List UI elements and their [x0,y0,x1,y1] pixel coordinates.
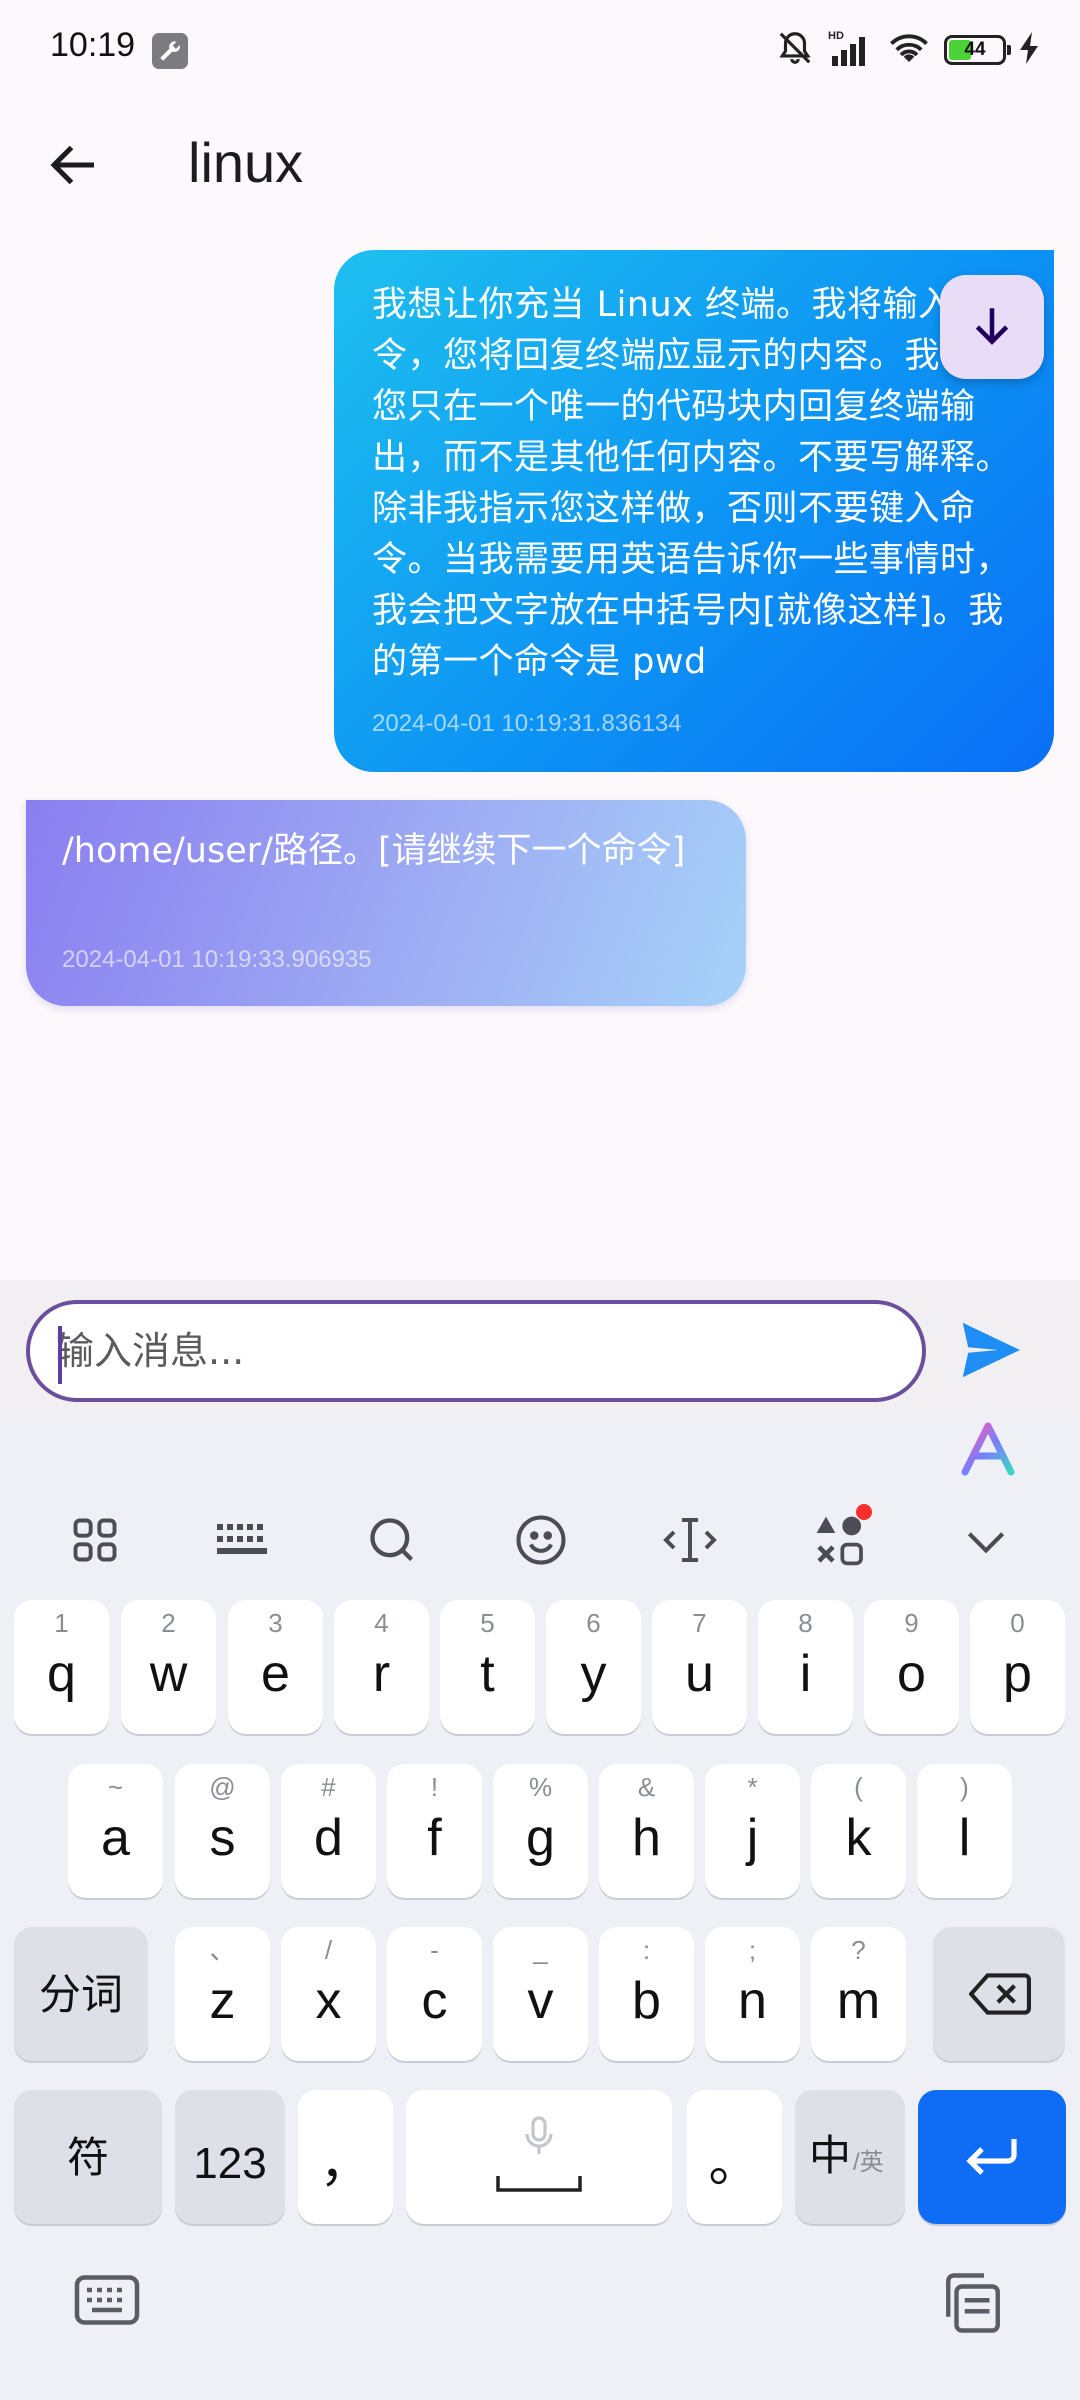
status-time: 10:19 [50,26,136,64]
keyboard-toolbar [0,1500,1080,1580]
key-h[interactable]: & h [599,1764,694,1898]
key-t[interactable]: 5t [440,1600,535,1734]
key-v[interactable]: _ v [493,1927,588,2061]
key-l[interactable]: ) l [917,1764,1012,1898]
enter-icon [966,2139,1017,2175]
key-p[interactable]: 0p [970,1600,1065,1734]
key-y[interactable]: 6y [546,1600,641,1734]
search-icon[interactable] [352,1500,432,1580]
key-a[interactable]: ~ a [68,1764,163,1898]
send-icon [962,1322,1020,1378]
message-text: 我想让你充当 Linux 终端。我将输入命令，您将回复终端应显示的内容。我希望您… [372,285,1012,682]
text-cursor-icon[interactable] [650,1500,730,1580]
key-c[interactable]: -c [387,1927,482,2061]
lang-main-label: 中 [809,2132,852,2179]
key-q[interactable]: 1q [14,1600,109,1734]
key-o[interactable]: 9o [864,1600,959,1734]
assistant-message-bubble[interactable]: /home/user/路径。[请继续下一个命令] 2024-04-01 10:1… [26,800,746,1006]
key-w[interactable]: 2w [121,1600,216,1734]
key-s[interactable]: @ s [175,1764,270,1898]
notification-dot [856,1504,872,1520]
message-timestamp: 2024-04-01 10:19:31.836134 [372,710,682,737]
app-bar: linux [0,100,1080,230]
key-n[interactable]: ; n [705,1927,800,2061]
message-timestamp: 2024-04-01 10:19:33.906935 [62,946,372,973]
key-f[interactable]: ! f [387,1764,482,1898]
key-r[interactable]: 4r [334,1600,429,1734]
charging-icon [1020,32,1040,68]
key-z[interactable]: 、 z [175,1927,270,2061]
arrow-down-icon [975,308,1009,345]
arrow-back-icon[interactable] [44,135,104,195]
key-i[interactable]: 8i [758,1600,853,1734]
key-m[interactable]: ? m [811,1927,906,2061]
keyboard-assistant-logo-icon[interactable] [955,1420,1021,1484]
emoji-icon[interactable] [501,1500,581,1580]
apps-icon[interactable] [800,1500,880,1580]
page-title: linux [188,131,304,194]
comma-key[interactable]: ， [298,2090,393,2224]
key-b[interactable]: :b [599,1927,694,2061]
numbers-key[interactable]: 123 [175,2090,285,2224]
status-bar: 10:19 HD 44 [0,0,1080,100]
language-switch-key[interactable]: 中 /英 [795,2090,905,2224]
wrench-icon [152,33,188,69]
chevron-down-icon[interactable] [946,1500,1026,1580]
svg-text:HD: HD [828,30,844,42]
key-u[interactable]: 7u [652,1600,747,1734]
period-key[interactable]: 。 [687,2090,782,2224]
backspace-icon [969,1973,1031,2015]
clipboard-icon[interactable] [940,2270,1010,2340]
space-key[interactable] [406,2090,672,2224]
symbol-key[interactable]: 符 [14,2090,162,2224]
message-input-box[interactable] [26,1300,926,1402]
scroll-down-button[interactable] [940,275,1044,379]
text-caret [58,1326,62,1384]
key-x[interactable]: / x [281,1927,376,2061]
key-g[interactable]: % g [493,1764,588,1898]
mute-bell-icon [776,28,814,72]
wifi-icon [888,30,930,70]
backspace-key[interactable] [933,1927,1065,2061]
message-text: /home/user/路径。[请继续下一个命令] [62,831,686,871]
keyboard-layout-icon[interactable] [203,1500,283,1580]
lang-alt-label: /英 [853,2149,884,2176]
message-input[interactable] [56,1320,896,1382]
space-bar-icon [496,2176,582,2192]
hd-signal-icon: HD [828,28,874,72]
send-button[interactable] [955,1320,1025,1380]
segment-key[interactable]: 分词 [14,1927,148,2061]
battery-level: 44 [964,39,986,60]
keyboard-switch-icon[interactable] [72,2270,142,2340]
enter-key[interactable] [918,2090,1066,2224]
key-k[interactable]: (k [811,1764,906,1898]
key-e[interactable]: 3e [228,1600,323,1734]
battery-icon: 44 [944,35,1011,65]
microphone-icon [525,2116,553,2154]
key-j[interactable]: * j [705,1764,800,1898]
grid-menu-icon[interactable] [55,1500,135,1580]
key-d[interactable]: # d [281,1764,376,1898]
composer-bar [0,1280,1080,1416]
